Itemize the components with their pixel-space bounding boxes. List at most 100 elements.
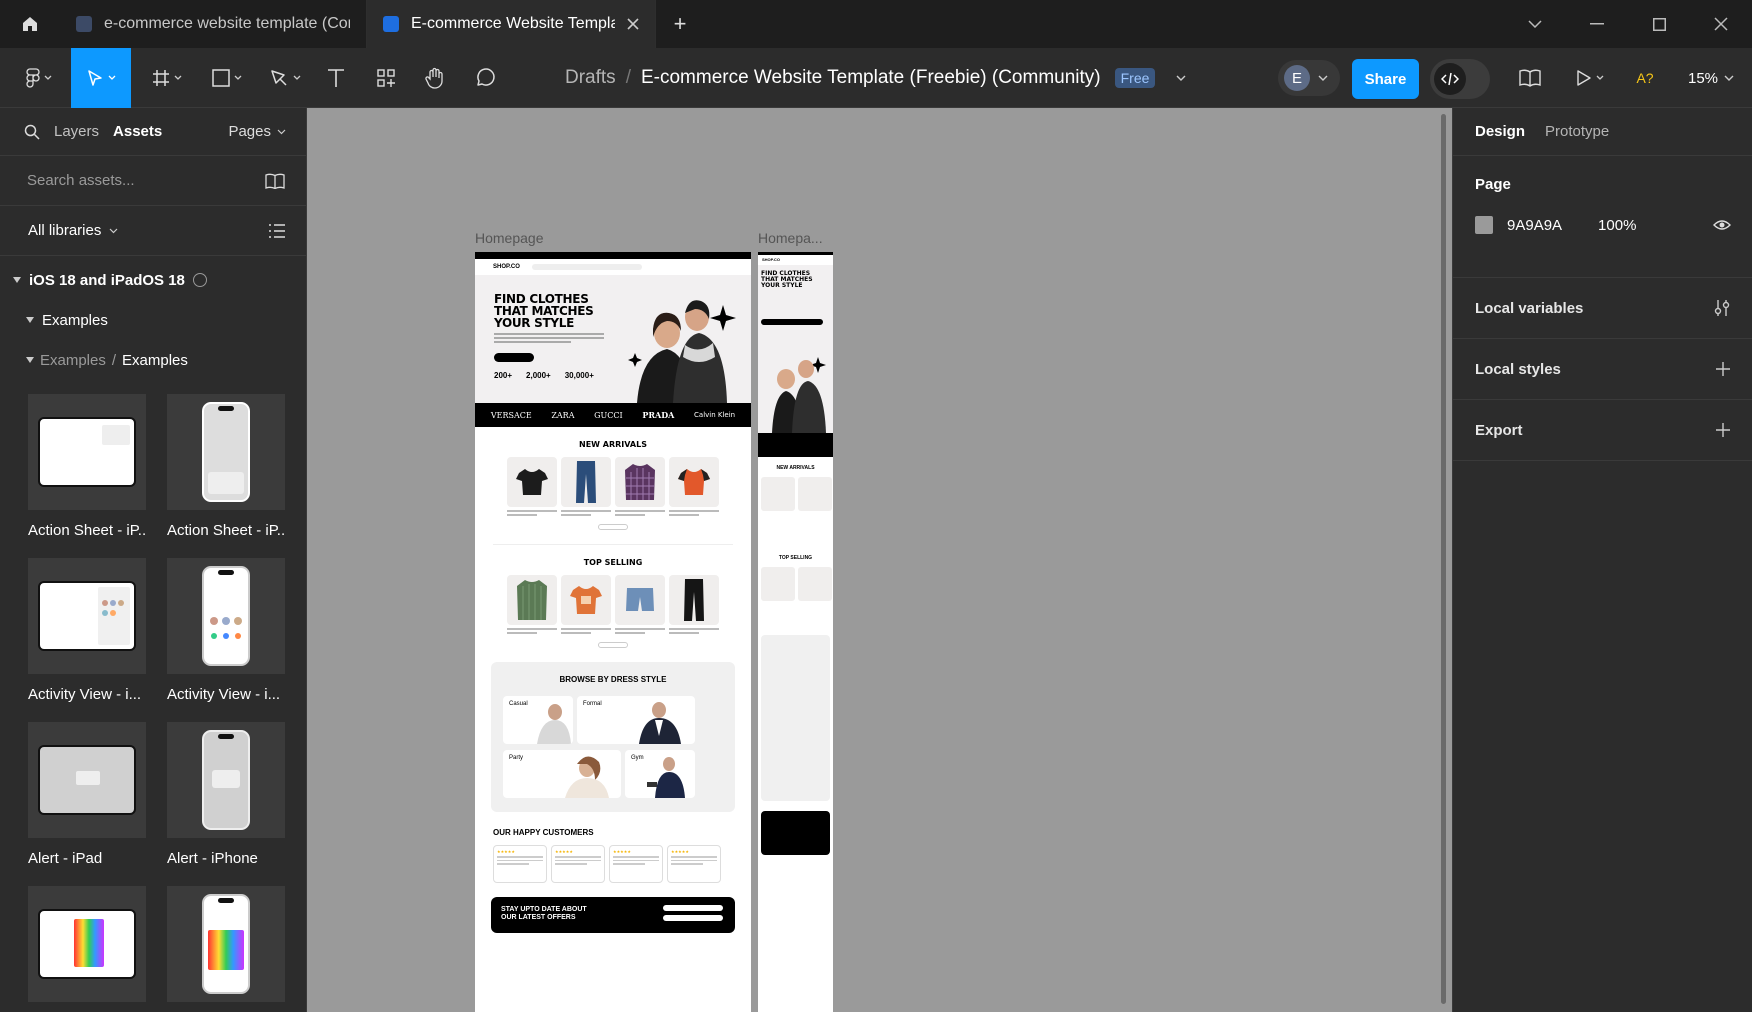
style-label: Formal (583, 701, 602, 707)
canvas-scrollbar[interactable] (1441, 114, 1446, 1004)
frame-hash-icon (153, 70, 169, 86)
mock-brands-bar-mobile (758, 433, 833, 457)
chevron-down-icon (44, 75, 52, 80)
ai-assistant-button[interactable]: A? (1630, 48, 1660, 108)
chevron-down-icon[interactable] (1175, 74, 1187, 82)
plus-icon[interactable] (1716, 423, 1730, 437)
close-tab-icon[interactable] (627, 18, 639, 30)
tab-ecommerce-2[interactable]: E-commerce Website Template (Fr (367, 0, 656, 48)
list-view-icon[interactable] (268, 223, 286, 238)
present-button[interactable] (1570, 48, 1610, 108)
pages-dropdown[interactable]: Pages (228, 123, 286, 140)
local-variables-row[interactable]: Local variables (1453, 278, 1752, 339)
local-styles-row[interactable]: Local styles (1453, 339, 1752, 400)
mock-review-card: ★★★★★ (493, 845, 547, 883)
library-button[interactable] (1515, 48, 1545, 108)
page-fill-row: 9A9A9A 100% (1475, 216, 1731, 234)
breadcrumb-drafts[interactable]: Drafts (565, 67, 616, 89)
page-color-swatch[interactable] (1475, 216, 1493, 234)
mock-reviews: ★★★★★ ★★★★★ ★★★★★ ★★★★★ (475, 845, 751, 883)
tab-list-button[interactable] (1504, 0, 1566, 48)
frame-tool-button[interactable] (145, 48, 189, 108)
eye-icon[interactable] (1713, 219, 1731, 231)
close-window-button[interactable] (1690, 0, 1752, 48)
zoom-control[interactable]: 15% (1688, 48, 1734, 108)
jeans-icon (576, 461, 596, 503)
tab-label: E-commerce Website Template (Fr (411, 15, 615, 32)
asset-alert-iphone[interactable]: Alert - iPhone (167, 722, 285, 867)
asset-activity-view-ipad[interactable]: Activity View - i... (28, 558, 146, 703)
mock-new-arrivals-grid (475, 457, 751, 518)
mock-review-card: ★★★★★ (667, 845, 721, 883)
comment-tool-button[interactable] (470, 48, 500, 108)
group-examples-examples[interactable]: Examples / Examples (0, 340, 306, 380)
resources-button[interactable] (372, 48, 400, 108)
mock-subscribe-button (663, 915, 723, 921)
search-icon[interactable] (24, 124, 40, 140)
dev-mode-toggle[interactable] (1430, 59, 1490, 99)
home-icon (23, 17, 37, 31)
tab-design[interactable]: Design (1475, 123, 1525, 140)
mock-product (561, 457, 611, 518)
asset-color-picker-ipad[interactable] (28, 886, 146, 1012)
chevron-down-icon (234, 75, 242, 80)
asset-action-sheet-ipad[interactable]: Action Sheet - iP... (28, 394, 146, 539)
asset-label: Activity View - i... (167, 686, 281, 703)
file-name[interactable]: E-commerce Website Template (Freebie) (C… (641, 67, 1101, 89)
asset-action-sheet-iphone[interactable]: Action Sheet - iP... (167, 394, 285, 539)
asset-color-picker-iphone[interactable] (167, 886, 285, 1012)
rectangle-icon (212, 69, 230, 87)
share-button[interactable]: Share (1352, 59, 1419, 99)
tab-ecommerce-1[interactable]: e-commerce website template (Com (60, 0, 367, 48)
maximize-button[interactable] (1628, 0, 1690, 48)
tab-layers[interactable]: Layers (54, 123, 99, 140)
multiplayer-avatars[interactable]: E (1278, 60, 1340, 96)
pen-tool-button[interactable] (263, 48, 307, 108)
frame-label-homepage[interactable]: Homepage (475, 230, 544, 246)
library-row[interactable]: iOS 18 and iPadOS 18 (0, 260, 306, 300)
new-tab-button[interactable]: + (656, 0, 704, 48)
open-book-icon[interactable] (264, 173, 286, 189)
shape-tool-button[interactable] (205, 48, 249, 108)
page-color-hex[interactable]: 9A9A9A (1507, 217, 1562, 234)
canvas[interactable]: Homepage Homepa... SHOP.CO FIND CLOTHES … (307, 108, 1452, 1012)
plus-icon[interactable] (1716, 362, 1730, 376)
homepage-frame[interactable]: SHOP.CO FIND CLOTHES THAT MATCHES YOUR S… (475, 252, 751, 1012)
mock-product (798, 567, 832, 601)
mock-product (798, 477, 832, 511)
tab-prototype[interactable]: Prototype (1545, 123, 1609, 140)
mock-nav: SHOP.CO (475, 259, 751, 275)
hand-tool-button[interactable] (420, 48, 450, 108)
variables-sliders-icon[interactable] (1714, 299, 1730, 317)
homepage-mobile-frame[interactable]: SHOP.CO FIND CLOTHES THAT MATCHES YOUR S… (758, 252, 833, 1012)
main-menu-button[interactable] (14, 48, 64, 108)
search-assets-input[interactable] (27, 172, 264, 189)
asset-alert-ipad[interactable]: Alert - iPad (28, 722, 146, 867)
mock-product (507, 457, 557, 518)
tshirt-icon (516, 469, 548, 495)
tab-assets[interactable]: Assets (113, 123, 162, 140)
frame-label-homepage-mobile[interactable]: Homepa... (758, 230, 823, 246)
text-tool-button[interactable] (322, 48, 350, 108)
all-libraries-dropdown[interactable]: All libraries (28, 222, 118, 239)
export-label: Export (1475, 421, 1523, 439)
asset-activity-view-iphone[interactable]: Activity View - i... (167, 558, 285, 703)
pages-label: Pages (228, 123, 271, 140)
shorts-icon (626, 588, 654, 611)
move-tool-button[interactable] (71, 48, 131, 108)
style-label: Party (509, 755, 524, 761)
play-icon (1577, 70, 1591, 86)
group-examples[interactable]: Examples (0, 300, 306, 340)
export-row[interactable]: Export (1453, 400, 1752, 461)
minimize-button[interactable] (1566, 0, 1628, 48)
components-grid-icon (377, 69, 395, 87)
local-styles-label: Local styles (1475, 360, 1561, 378)
mock-new-arrivals-title: NEW ARRIVALS (579, 440, 647, 449)
mock-stat: 2,000+ (526, 371, 551, 380)
page-opacity[interactable]: 100% (1598, 217, 1636, 234)
home-button[interactable] (0, 0, 60, 48)
library-name: iOS 18 and iPadOS 18 (29, 271, 185, 289)
mock-newsletter-text: STAY UPTO DATE ABOUT OUR LATEST OFFERS (501, 906, 587, 921)
sub-path-separator: / (111, 351, 117, 369)
mock-hero-subtext (494, 333, 604, 345)
